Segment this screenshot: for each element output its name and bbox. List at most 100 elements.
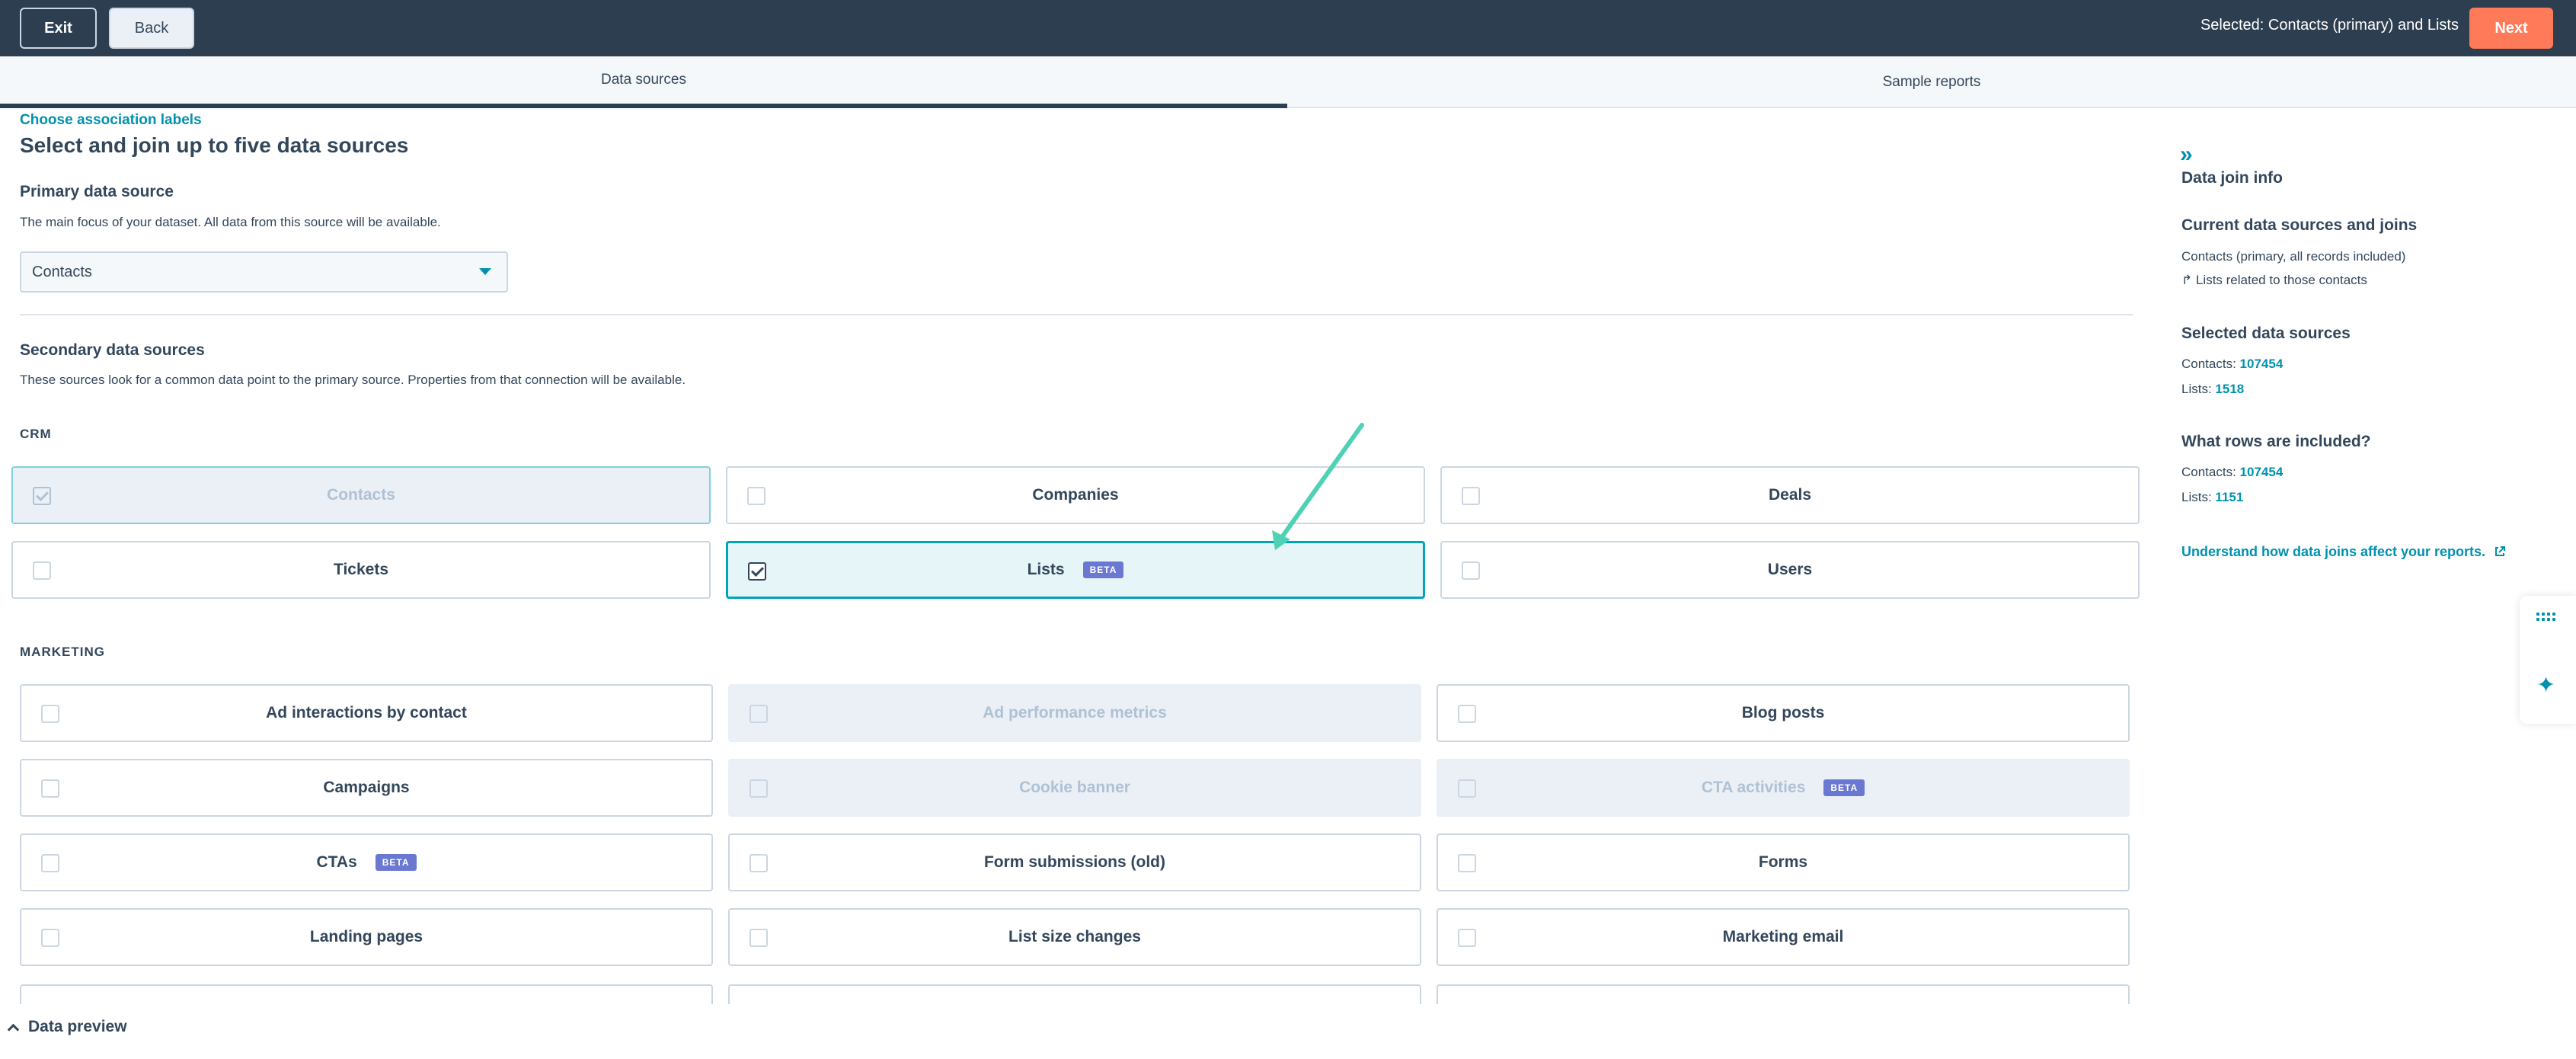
source-card-forms[interactable]: Forms <box>1437 833 2130 891</box>
source-card-partial <box>1437 984 2130 1004</box>
current-primary-text: Contacts (primary, all records included) <box>2181 249 2406 264</box>
source-card-partial <box>20 984 713 1004</box>
page-title: Select and join up to five data sources <box>20 133 409 157</box>
collapse-panel-icon[interactable]: » <box>2180 142 2193 168</box>
primary-source-description: The main focus of your dataset. All data… <box>20 215 441 229</box>
beta-badge: BETA <box>1082 561 1124 578</box>
source-card-label: Users <box>1767 561 1813 578</box>
checkbox[interactable] <box>33 561 51 580</box>
checkbox[interactable] <box>747 487 765 505</box>
sparkle-icon[interactable]: ✦ <box>2536 672 2555 699</box>
source-card-label: Blog posts <box>1741 704 1825 721</box>
source-card-label: Landing pages <box>309 928 423 945</box>
source-card-deals[interactable]: Deals <box>1440 466 2140 524</box>
top-bar: Exit Back Selected: Contacts (primary) a… <box>0 0 2576 56</box>
source-card-list-size-changes[interactable]: List size changes <box>728 908 1421 966</box>
source-card-label: Companies <box>1032 486 1119 504</box>
annotation-arrow <box>1272 423 1364 550</box>
bottom-bar <box>0 1004 2576 1059</box>
panel-title: Data join info <box>2181 169 2283 187</box>
checkbox[interactable] <box>1458 929 1476 947</box>
source-card-cookie-banner: Cookie banner <box>728 759 1421 817</box>
tab-bar: Data sources Sample reports <box>0 56 2576 108</box>
checkbox[interactable] <box>1462 561 1480 580</box>
checkbox[interactable] <box>41 705 59 723</box>
checkbox[interactable] <box>41 854 59 872</box>
choose-association-labels-link[interactable]: Choose association labels <box>20 112 202 129</box>
count-label: Contacts: <box>2181 357 2236 371</box>
group-label-crm: CRM <box>20 427 52 441</box>
source-card-landing-pages[interactable]: Landing pages <box>20 908 713 966</box>
source-card-form-submissions[interactable]: Form submissions (old) <box>728 833 1421 891</box>
checkbox-checked[interactable] <box>748 562 766 581</box>
checkbox[interactable] <box>41 779 59 798</box>
source-card-partial <box>728 984 1421 1004</box>
source-card-label: CTA activities <box>1701 779 1806 796</box>
checkbox[interactable] <box>1458 705 1476 723</box>
source-card-users[interactable]: Users <box>1440 541 2140 599</box>
beta-badge: BETA <box>1823 779 1865 796</box>
selection-summary: Selected: Contacts (primary) and Lists <box>2200 17 2459 34</box>
secondary-source-heading: Secondary data sources <box>20 341 205 359</box>
source-card-label: Form submissions (old) <box>983 853 1165 871</box>
back-button[interactable]: Back <box>109 8 194 49</box>
source-card-tickets[interactable]: Tickets <box>11 541 711 599</box>
chevron-up-icon <box>7 1023 20 1036</box>
source-card-label: Ad interactions by contact <box>266 704 467 721</box>
count-value: 107454 <box>2239 465 2284 479</box>
count-label: Lists: <box>2181 382 2212 396</box>
source-card-label: Contacts <box>327 486 395 504</box>
source-card-label: Tickets <box>334 561 388 578</box>
source-card-label: Forms <box>1758 853 1808 871</box>
checkbox <box>749 705 768 723</box>
source-card-label: Marketing email <box>1722 928 1844 945</box>
source-card-cta-activities: CTA activities BETA <box>1437 759 2130 817</box>
selected-lists-count: Lists: 1518 <box>2181 382 2244 397</box>
data-joins-help-link[interactable]: Understand how data joins affect your re… <box>2181 544 2506 560</box>
selected-contacts-count: Contacts: 107454 <box>2181 357 2283 372</box>
source-card-campaigns[interactable]: Campaigns <box>20 759 713 817</box>
side-toolbar: ✦ <box>2520 596 2576 724</box>
source-card-ad-performance: Ad performance metrics <box>728 684 1421 742</box>
current-join-text: ↱ Lists related to those contacts <box>2181 273 2367 287</box>
source-card-label: Cookie banner <box>1019 779 1130 796</box>
checkbox[interactable] <box>1462 487 1480 505</box>
primary-source-select[interactable]: Contacts <box>20 251 508 293</box>
group-label-marketing: MARKETING <box>20 645 105 659</box>
data-preview-label: Data preview <box>28 1018 127 1035</box>
rows-lists-count: Lists: 1151 <box>2181 490 2243 505</box>
source-card-label: Campaigns <box>323 779 410 796</box>
primary-source-value: Contacts <box>32 263 92 280</box>
source-card-marketing-email[interactable]: Marketing email <box>1437 908 2130 966</box>
beta-badge: BETA <box>375 854 417 871</box>
checkbox[interactable] <box>41 929 59 947</box>
source-card-label: Ad performance metrics <box>983 704 1167 721</box>
external-link-icon <box>2495 546 2506 556</box>
checkbox[interactable] <box>749 929 768 947</box>
count-label: Lists: <box>2181 490 2212 504</box>
source-card-contacts: Contacts <box>11 466 711 524</box>
checkbox[interactable] <box>749 854 768 872</box>
current-sources-heading: Current data sources and joins <box>2181 216 2418 234</box>
data-preview-toggle[interactable]: Data preview <box>7 1018 127 1036</box>
checkbox[interactable] <box>1458 854 1476 872</box>
divider <box>20 314 2133 315</box>
chevron-down-icon <box>479 268 491 275</box>
count-value: 1518 <box>2215 382 2245 396</box>
next-button[interactable]: Next <box>2469 8 2553 49</box>
keyboard-icon[interactable] <box>2536 613 2559 623</box>
rows-included-heading: What rows are included? <box>2181 433 2371 450</box>
checkbox <box>1458 779 1476 798</box>
source-card-blog-posts[interactable]: Blog posts <box>1437 684 2130 742</box>
source-card-ad-interactions[interactable]: Ad interactions by contact <box>20 684 713 742</box>
source-card-ctas[interactable]: CTAs BETA <box>20 833 713 891</box>
tab-sample-reports[interactable]: Sample reports <box>1287 56 2576 108</box>
source-card-label: Deals <box>1768 486 1812 504</box>
exit-button[interactable]: Exit <box>20 8 97 49</box>
rows-contacts-count: Contacts: 107454 <box>2181 465 2283 480</box>
tab-data-sources[interactable]: Data sources <box>0 56 1287 108</box>
checkbox <box>33 487 51 505</box>
count-label: Contacts: <box>2181 465 2236 479</box>
count-value: 107454 <box>2239 357 2284 371</box>
source-card-label: CTAs <box>316 853 357 871</box>
